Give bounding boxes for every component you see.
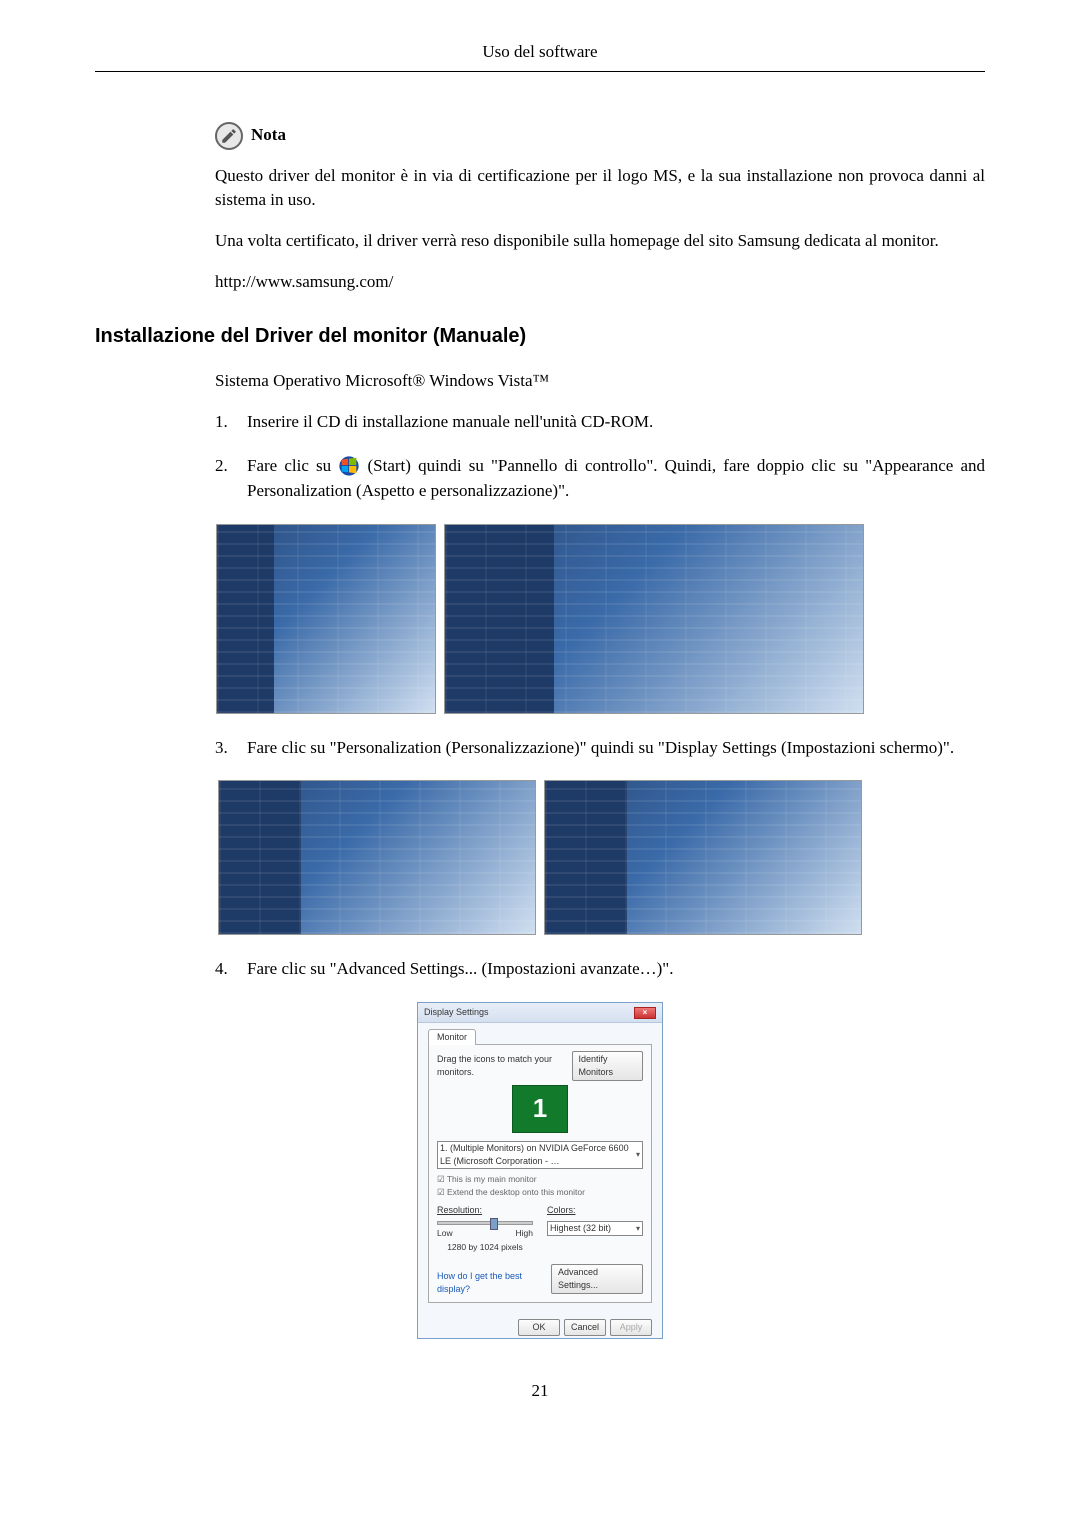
note-url: http://www.samsung.com/ (215, 270, 985, 295)
step-4: 4. Fare clic su "Advanced Settings... (I… (215, 957, 985, 982)
pencil-note-icon (215, 122, 243, 150)
step-number: 3. (215, 736, 247, 761)
dialog-titlebar: Display Settings × (418, 1003, 662, 1023)
step-text: Inserire il CD di installazione manuale … (247, 410, 985, 435)
start-menu-screenshot (216, 524, 436, 714)
monitor-select[interactable]: 1. (Multiple Monitors) on NVIDIA GeForce… (437, 1141, 643, 1169)
colors-select[interactable]: Highest (32 bit) ▾ (547, 1221, 643, 1236)
step-number: 1. (215, 410, 247, 435)
step-text: Fare clic su "Personalization (Personali… (247, 736, 985, 761)
note-label: Nota (251, 123, 286, 148)
appearance-screenshot (218, 780, 536, 935)
extend-desktop-checkbox[interactable]: ☑ Extend the desktop onto this monitor (437, 1186, 643, 1198)
step-2-pre: Fare clic su (247, 456, 338, 475)
monitor-preview[interactable]: 1 (512, 1085, 568, 1133)
close-icon[interactable]: × (634, 1007, 656, 1019)
windows-start-icon (338, 455, 360, 477)
main-monitor-checkbox[interactable]: ☑ This is my main monitor (437, 1173, 643, 1185)
step-text: Fare clic su "Advanced Settings... (Impo… (247, 957, 985, 982)
identify-monitors-button[interactable]: Identify Monitors (572, 1051, 643, 1081)
control-panel-screenshot (444, 524, 864, 714)
resolution-value: 1280 by 1024 pixels (437, 1241, 533, 1253)
advanced-settings-button[interactable]: Advanced Settings... (551, 1264, 643, 1294)
colors-label: Colors: (547, 1205, 576, 1215)
step-text: Fare clic su (Start) quindi su "Pannello… (247, 454, 985, 503)
tab-monitor[interactable]: Monitor (428, 1029, 476, 1045)
apply-button[interactable]: Apply (610, 1319, 652, 1336)
help-link[interactable]: How do I get the best display? (437, 1270, 551, 1296)
page-header: Uso del software (95, 40, 985, 65)
note-heading: Nota (215, 122, 985, 150)
display-settings-dialog: Display Settings × Monitor Drag the icon… (417, 1002, 663, 1339)
screenshot-row-1 (95, 524, 985, 714)
step-2: 2. Fare clic su (Start) quindi su "Panne… (215, 454, 985, 503)
slider-high: High (516, 1227, 533, 1239)
personalization-screenshot (544, 780, 862, 935)
cancel-button[interactable]: Cancel (564, 1319, 606, 1336)
drag-instruction: Drag the icons to match your monitors. (437, 1053, 572, 1079)
note-paragraph-2: Una volta certificato, il driver verrà r… (215, 229, 985, 254)
header-rule (95, 71, 985, 72)
colors-value: Highest (32 bit) (550, 1222, 611, 1235)
section-intro: Sistema Operativo Microsoft® Windows Vis… (215, 369, 985, 394)
note-paragraph-1: Questo driver del monitor è in via di ce… (215, 164, 985, 213)
screenshot-row-2 (95, 780, 985, 935)
step-1: 1. Inserire il CD di installazione manua… (215, 410, 985, 435)
ok-button[interactable]: OK (518, 1319, 560, 1336)
step-3: 3. Fare clic su "Personalization (Person… (215, 736, 985, 761)
resolution-label: Resolution: (437, 1205, 482, 1215)
dialog-title: Display Settings (424, 1006, 489, 1019)
step-number: 4. (215, 957, 247, 982)
resolution-slider[interactable] (437, 1221, 533, 1225)
step-number: 2. (215, 454, 247, 503)
section-heading: Installazione del Driver del monitor (Ma… (95, 322, 985, 351)
monitor-select-value: 1. (Multiple Monitors) on NVIDIA GeForce… (440, 1142, 636, 1168)
page-number: 21 (95, 1379, 985, 1404)
slider-low: Low (437, 1227, 453, 1239)
chevron-down-icon: ▾ (636, 1149, 640, 1161)
chevron-down-icon: ▾ (636, 1223, 640, 1235)
